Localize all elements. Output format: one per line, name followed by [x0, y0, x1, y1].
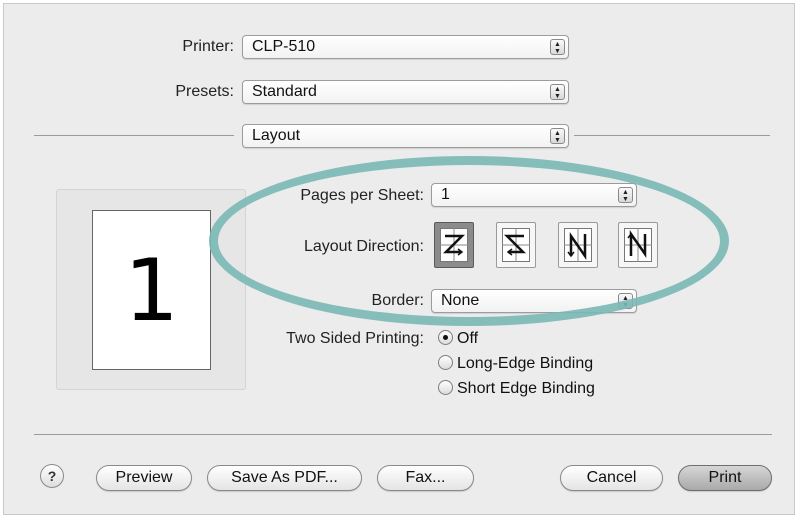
- n-direction-icon: [624, 228, 652, 262]
- popup-arrows-icon: ▲ ▼: [550, 84, 565, 100]
- radio-icon: [438, 355, 453, 370]
- separator-right: [574, 135, 770, 136]
- pages-per-sheet-select[interactable]: 1 ▲ ▼: [431, 183, 637, 207]
- preview-button[interactable]: Preview: [96, 465, 192, 491]
- reverse-z-direction-icon: [502, 228, 530, 262]
- print-button[interactable]: Print: [678, 465, 772, 491]
- panel-value: Layout: [252, 127, 301, 144]
- save-as-pdf-button[interactable]: Save As PDF...: [207, 465, 362, 491]
- separator-left: [34, 135, 234, 136]
- radio-icon: [438, 380, 453, 395]
- layout-direction-label: Layout Direction:: [303, 238, 424, 255]
- panel-select[interactable]: Layout ▲ ▼: [242, 124, 569, 148]
- popup-arrows-icon: ▲ ▼: [550, 39, 565, 55]
- border-select[interactable]: None ▲ ▼: [431, 289, 637, 313]
- two-sided-short-edge-label: Short Edge Binding: [457, 380, 595, 397]
- radio-checked-icon: [438, 330, 453, 345]
- layout-direction-reverse-z-button[interactable]: [496, 222, 536, 268]
- printer-select[interactable]: CLP-510 ▲ ▼: [242, 35, 569, 59]
- printer-label: Printer:: [182, 38, 234, 55]
- preview-page: 1: [92, 210, 211, 370]
- fax-button[interactable]: Fax...: [377, 465, 474, 491]
- popup-arrows-icon: ▲ ▼: [550, 128, 565, 144]
- border-label: Border:: [371, 292, 424, 309]
- popup-arrows-icon: ▲ ▼: [618, 293, 633, 309]
- z-direction-icon: [440, 228, 468, 262]
- printer-value: CLP-510: [252, 38, 316, 55]
- layout-direction-z-button[interactable]: [434, 222, 474, 268]
- border-value: None: [441, 292, 480, 309]
- print-dialog: Printer: CLP-510 ▲ ▼ Presets: Standard ▲ ▼…: [3, 3, 795, 515]
- two-sided-short-edge-radio[interactable]: Short Edge Binding: [438, 380, 595, 398]
- two-sided-off-label: Off: [457, 330, 479, 347]
- help-button[interactable]: ?: [40, 464, 64, 488]
- layout-direction-n-reverse-button[interactable]: [558, 222, 598, 268]
- popup-arrows-icon: ▲ ▼: [618, 187, 633, 203]
- two-sided-label: Two Sided Printing:: [286, 330, 424, 347]
- presets-value: Standard: [252, 83, 317, 100]
- layout-preview: 1: [56, 189, 246, 390]
- presets-label: Presets:: [175, 83, 234, 100]
- n-reverse-direction-icon: [564, 228, 592, 262]
- pages-per-sheet-value: 1: [441, 186, 450, 203]
- layout-direction-n-button[interactable]: [618, 222, 658, 268]
- pages-per-sheet-label: Pages per Sheet:: [300, 187, 424, 204]
- bottom-separator: [34, 434, 772, 435]
- presets-select[interactable]: Standard ▲ ▼: [242, 80, 569, 104]
- two-sided-long-edge-label: Long-Edge Binding: [457, 355, 594, 372]
- two-sided-long-edge-radio[interactable]: Long-Edge Binding: [438, 355, 593, 373]
- two-sided-off-radio[interactable]: Off: [438, 330, 478, 348]
- cancel-button[interactable]: Cancel: [560, 465, 663, 491]
